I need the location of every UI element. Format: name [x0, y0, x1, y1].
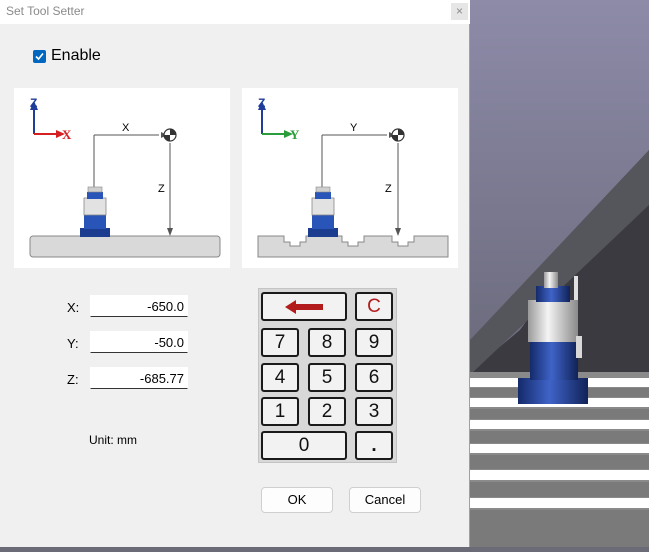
- set-tool-setter-dialog: Set Tool Setter × Enable Z X X Z Z Y Y Z…: [0, 0, 470, 547]
- yz-diagram-drawing: Z Y Y Z: [257, 96, 449, 258]
- cancel-button[interactable]: Cancel: [349, 487, 421, 513]
- yz-horizontal-axis-label: Y: [290, 127, 300, 142]
- xz-diagram-drawing: Z X X Z: [29, 96, 221, 258]
- key-9[interactable]: 9: [355, 328, 393, 357]
- left-arrow-icon: [285, 300, 323, 314]
- enable-label: Enable: [51, 47, 101, 64]
- key-8[interactable]: 8: [308, 328, 346, 357]
- x-label: X:: [67, 300, 80, 315]
- checkmark-icon: [35, 52, 44, 60]
- y-label: Y:: [67, 336, 79, 351]
- key-6[interactable]: 6: [355, 363, 393, 392]
- yz-dim-vertical-label: Z: [385, 183, 392, 195]
- enable-checkbox-row[interactable]: Enable: [33, 47, 101, 65]
- yz-diagram: Z Y Y Z: [242, 88, 458, 268]
- clear-button[interactable]: C: [355, 292, 393, 321]
- xz-vertical-axis-label: Z: [30, 96, 37, 110]
- xz-dim-horizontal-label: X: [122, 122, 130, 134]
- key-2[interactable]: 2: [308, 397, 346, 426]
- tool-setter-icon: [308, 186, 338, 237]
- z-label: Z:: [67, 372, 79, 387]
- key-3[interactable]: 3: [355, 397, 393, 426]
- yz-vertical-axis-label: Z: [258, 96, 265, 110]
- xz-dim-vertical-label: Z: [158, 183, 165, 195]
- backspace-button[interactable]: [261, 292, 347, 321]
- key-7[interactable]: 7: [261, 328, 299, 357]
- dialog-title: Set Tool Setter: [6, 4, 85, 18]
- x-input[interactable]: -650.0: [90, 295, 188, 317]
- numeric-keypad: C 7 8 9 4 5 6 1 2 3 0 .: [258, 288, 397, 463]
- title-bar[interactable]: Set Tool Setter ×: [0, 0, 470, 24]
- tool-setter-icon: [80, 186, 110, 237]
- key-dot[interactable]: .: [355, 431, 393, 460]
- key-5[interactable]: 5: [308, 363, 346, 392]
- ok-button[interactable]: OK: [261, 487, 333, 513]
- xz-horizontal-axis-label: X: [62, 127, 72, 142]
- enable-checkbox[interactable]: [33, 49, 46, 63]
- close-button[interactable]: ×: [451, 3, 468, 20]
- unit-label: Unit: mm: [89, 433, 137, 447]
- yz-dim-horizontal-label: Y: [350, 122, 358, 134]
- z-input[interactable]: -685.77: [90, 367, 188, 389]
- xz-diagram: Z X X Z: [14, 88, 230, 268]
- key-1[interactable]: 1: [261, 397, 299, 426]
- y-input[interactable]: -50.0: [90, 331, 188, 353]
- key-4[interactable]: 4: [261, 363, 299, 392]
- key-0[interactable]: 0: [261, 431, 347, 460]
